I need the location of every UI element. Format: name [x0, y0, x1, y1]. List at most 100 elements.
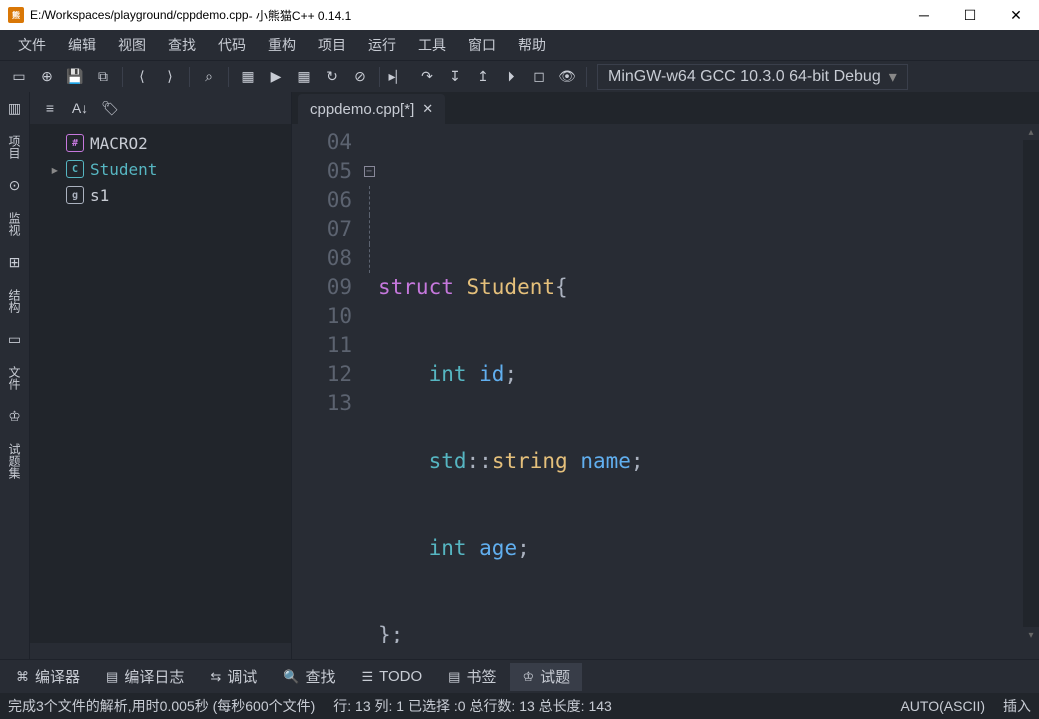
tree-item-s1[interactable]: g s1 [40, 182, 281, 208]
step-over-button[interactable]: ↷ [414, 64, 440, 90]
minimize-button[interactable]: ─ [901, 0, 947, 30]
left-tab-files[interactable]: 文件 [4, 362, 25, 394]
status-parse: 完成3个文件的解析,用时0.005秒 (每秒600个文件) [8, 696, 315, 716]
bottom-tab-todo[interactable]: ☰ TODO [349, 663, 434, 691]
tab-label: 调试 [227, 666, 257, 687]
left-tab-files-icon[interactable]: ▭ [6, 327, 23, 352]
tab-label: 试题 [540, 666, 570, 687]
debug-icon: ⇆ [210, 669, 221, 685]
menu-tools[interactable]: 工具 [408, 31, 456, 59]
menu-help[interactable]: 帮助 [508, 31, 556, 59]
title-path: E:/Workspaces/playground/cppdemo.cpp [30, 8, 249, 22]
bottom-tab-bookmarks[interactable]: ▤书签 [436, 663, 508, 691]
editor-tab-cppdemo[interactable]: cppdemo.cpp[*] ✕ [298, 94, 445, 124]
structure-toolbar: ≡ A↓ 🏷 [30, 92, 291, 124]
continue-button[interactable]: ⏵ [498, 64, 524, 90]
gutter: 04 05 06 07 08 09 10 11 12 13 [292, 124, 360, 643]
scroll-up-icon[interactable]: ▴ [1023, 124, 1039, 140]
left-tab-watch-icon[interactable]: ⊙ [7, 173, 23, 198]
bottom-tab-compile-log[interactable]: ▤编译日志 [94, 663, 196, 691]
bottom-tab-compiler[interactable]: ⌘ 编译器 [4, 663, 92, 691]
save-button[interactable]: 💾 [62, 64, 88, 90]
menu-project[interactable]: 项目 [308, 31, 356, 59]
tree-item-student[interactable]: ▸ C Student [40, 156, 281, 182]
left-tab-problems-icon[interactable]: ♔ [6, 404, 23, 429]
step-into-button[interactable]: ↧ [442, 64, 468, 90]
app-icon: 熊 [8, 7, 24, 23]
scroll-down-icon[interactable]: ▾ [1023, 627, 1039, 643]
new-file-button[interactable]: ▭ [6, 64, 32, 90]
close-tab-icon[interactable]: ✕ [422, 101, 433, 117]
status-encoding[interactable]: AUTO(ASCII) [900, 698, 985, 714]
compile-button[interactable]: ▦ [235, 64, 261, 90]
find-button[interactable]: ⌕ [196, 64, 222, 90]
show-inherited-button[interactable]: 🏷 [98, 96, 122, 120]
tab-label: 书签 [466, 666, 496, 687]
bottom-tab-debug[interactable]: ⇆ 调试 [198, 663, 269, 691]
tree-item-macro2[interactable]: # MACRO2 [40, 130, 281, 156]
status-insert-mode[interactable]: 插入 [1003, 696, 1031, 716]
left-tab-watch[interactable]: 监视 [4, 208, 25, 240]
code-editor[interactable]: 04 05 06 07 08 09 10 11 12 13 − [292, 124, 1023, 643]
status-position: 行: 13 列: 1 已选择 :0 总行数: 13 总长度: 143 [333, 696, 612, 716]
tree-label: MACRO2 [90, 134, 148, 153]
left-toolbar: ▥ 项目 ⊙ 监视 ⊞ 结构 ▭ 文件 ♔ 试题集 [0, 92, 30, 659]
save-all-button[interactable]: ⧉ [90, 64, 116, 90]
editor-hscroll[interactable] [292, 643, 1039, 659]
menu-view[interactable]: 视图 [108, 31, 156, 59]
editor-vscroll[interactable]: ▴ ▾ [1023, 124, 1039, 643]
run-button[interactable]: ▶ [263, 64, 289, 90]
menu-refactor[interactable]: 重构 [258, 31, 306, 59]
menu-search[interactable]: 查找 [158, 31, 206, 59]
close-button[interactable]: ✕ [993, 0, 1039, 30]
tab-label: 编译器 [35, 666, 80, 687]
back-button[interactable]: ⟨ [129, 64, 155, 90]
tree-expander[interactable]: ▸ [50, 160, 60, 179]
class-icon: C [66, 160, 84, 178]
todo-icon: ☰ [361, 669, 373, 685]
compile-run-button[interactable]: ▦ [291, 64, 317, 90]
tree-label: s1 [90, 186, 109, 205]
statusbar: 完成3个文件的解析,用时0.005秒 (每秒600个文件) 行: 13 列: 1… [0, 693, 1039, 719]
editor-tabs: cppdemo.cpp[*] ✕ [292, 92, 1039, 124]
find-icon: 🔍 [283, 669, 299, 685]
menu-code[interactable]: 代码 [208, 31, 256, 59]
bottom-tab-find[interactable]: 🔍 查找 [271, 663, 347, 691]
maximize-button[interactable]: ☐ [947, 0, 993, 30]
compiler-combo[interactable]: MinGW-w64 GCC 10.3.0 64-bit Debug ▾ [597, 64, 908, 90]
left-tab-project-icon[interactable]: ▥ [6, 96, 23, 121]
add-watch-button[interactable]: 👁 [554, 64, 580, 90]
menu-run[interactable]: 运行 [358, 31, 406, 59]
chevron-down-icon: ▾ [889, 67, 897, 87]
problems-icon: ♔ [522, 669, 534, 685]
left-tab-problems[interactable]: 试题集 [4, 439, 25, 483]
left-tab-structure[interactable]: 结构 [4, 285, 25, 317]
step-out-button[interactable]: ↥ [470, 64, 496, 90]
sort-alpha-button[interactable]: ≡ [38, 96, 62, 120]
stop-debug-button[interactable]: ◻ [526, 64, 552, 90]
bottom-tab-problems[interactable]: ♔ 试题 [510, 663, 582, 691]
fold-toggle-icon[interactable]: − [364, 166, 375, 177]
left-tab-project[interactable]: 项目 [4, 131, 25, 163]
editor-zone: cppdemo.cpp[*] ✕ 04 05 06 07 08 09 10 11… [292, 92, 1039, 659]
structure-hscroll[interactable] [30, 643, 291, 659]
debug-button[interactable]: ▸⎸ [386, 64, 412, 90]
stop-button[interactable]: ⊘ [347, 64, 373, 90]
forward-button[interactable]: ⟩ [157, 64, 183, 90]
compiler-icon: ⌘ [16, 669, 29, 685]
open-file-button[interactable]: ⊕ [34, 64, 60, 90]
structure-tree[interactable]: # MACRO2 ▸ C Student g s1 [30, 124, 291, 643]
menu-window[interactable]: 窗口 [458, 31, 506, 59]
rebuild-button[interactable]: ↻ [319, 64, 345, 90]
menu-edit[interactable]: 编辑 [58, 31, 106, 59]
sort-type-button[interactable]: A↓ [68, 96, 92, 120]
tab-label: TODO [379, 668, 422, 685]
title-app: - 小熊猫C++ 0.14.1 [249, 7, 352, 24]
compiler-label: MinGW-w64 GCC 10.3.0 64-bit Debug [608, 68, 881, 86]
tab-label: 查找 [305, 666, 335, 687]
menu-file[interactable]: 文件 [8, 31, 56, 59]
log-icon: ▤ [106, 669, 118, 685]
structure-panel: ≡ A↓ 🏷 # MACRO2 ▸ C Student g s1 [30, 92, 292, 659]
code-content[interactable]: struct Student{ int id; std::string name… [378, 124, 1023, 643]
left-tab-structure-icon[interactable]: ⊞ [7, 250, 23, 275]
